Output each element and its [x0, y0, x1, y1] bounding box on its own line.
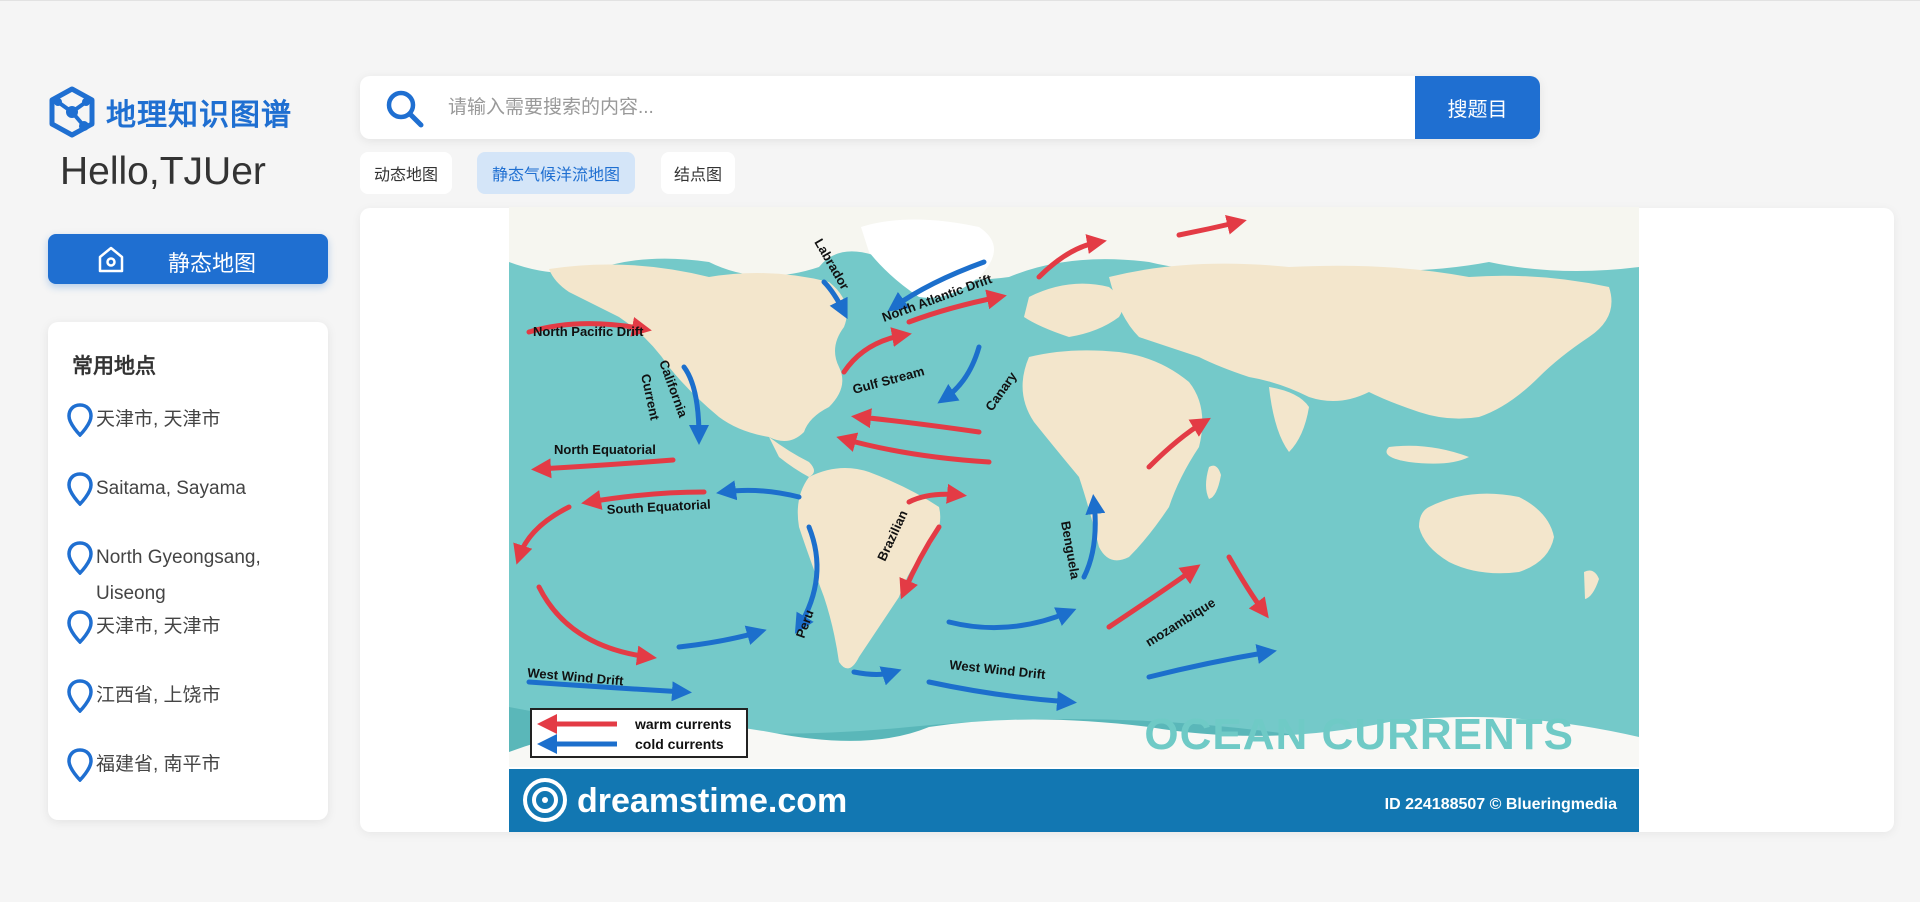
ocean-currents-map: North Pacific Drift California Current N…	[509, 207, 1639, 832]
footer-id: ID 224188507 © Blueringmedia	[1385, 796, 1617, 813]
nav-button-label: 静态地图	[168, 251, 257, 276]
label-north-equatorial: North Equatorial	[554, 442, 656, 457]
search-bar: 搜题目	[360, 76, 1540, 139]
search-button[interactable]: 搜题目	[1415, 76, 1540, 139]
place-label: 天津市, 天津市	[96, 409, 221, 430]
place-item[interactable]: North Gyeongsang, Uiseong	[66, 540, 316, 612]
map-title: OCEAN CURRENTS	[1144, 710, 1574, 759]
search-input[interactable]	[448, 90, 1348, 126]
place-label: 天津市, 天津市	[96, 616, 221, 637]
app-title: 地理知识图谱	[106, 99, 292, 132]
place-item[interactable]: 天津市, 天津市	[66, 402, 316, 438]
location-pin-icon	[67, 541, 93, 575]
location-pin-icon	[67, 748, 93, 782]
tab-static-climate-current-map[interactable]: 静态气候洋流地图	[477, 152, 635, 194]
home-icon	[98, 246, 124, 273]
legend-warm: warm currents	[634, 716, 732, 732]
tab-node-graph[interactable]: 结点图	[661, 152, 735, 194]
place-label: North Gyeongsang, Uiseong	[96, 547, 261, 604]
location-pin-icon	[67, 610, 93, 644]
greeting: Hello,TJUer	[60, 150, 266, 193]
legend-cold: cold currents	[635, 736, 724, 752]
place-item[interactable]: 福建省, 南平市	[66, 747, 316, 783]
location-pin-icon	[67, 403, 93, 437]
top-border	[0, 0, 1920, 1]
location-pin-icon	[67, 472, 93, 506]
footer-brand: dreamstime.com	[577, 782, 847, 820]
place-item[interactable]: 江西省, 上饶市	[66, 678, 316, 714]
place-item[interactable]: 天津市, 天津市	[66, 609, 316, 645]
place-label: 福建省, 南平市	[96, 754, 221, 775]
common-places-title: 常用地点	[72, 355, 156, 378]
common-places-panel: 常用地点 天津市, 天津市 Saitama, Sayama North Gyeo…	[48, 322, 328, 820]
knowledge-graph-icon	[49, 86, 95, 138]
search-icon	[386, 90, 424, 128]
place-label: Saitama, Sayama	[96, 478, 246, 499]
map-legend: warm currents cold currents	[530, 708, 748, 758]
place-label: 江西省, 上饶市	[96, 685, 221, 706]
label-north-pacific-drift: North Pacific Drift	[533, 324, 644, 339]
app-logo: 地理知识图谱	[46, 86, 292, 138]
location-pin-icon	[67, 679, 93, 713]
static-map-nav-button[interactable]: 静态地图	[48, 234, 328, 284]
place-item[interactable]: Saitama, Sayama	[66, 471, 316, 507]
tab-dynamic-map[interactable]: 动态地图	[360, 152, 452, 194]
